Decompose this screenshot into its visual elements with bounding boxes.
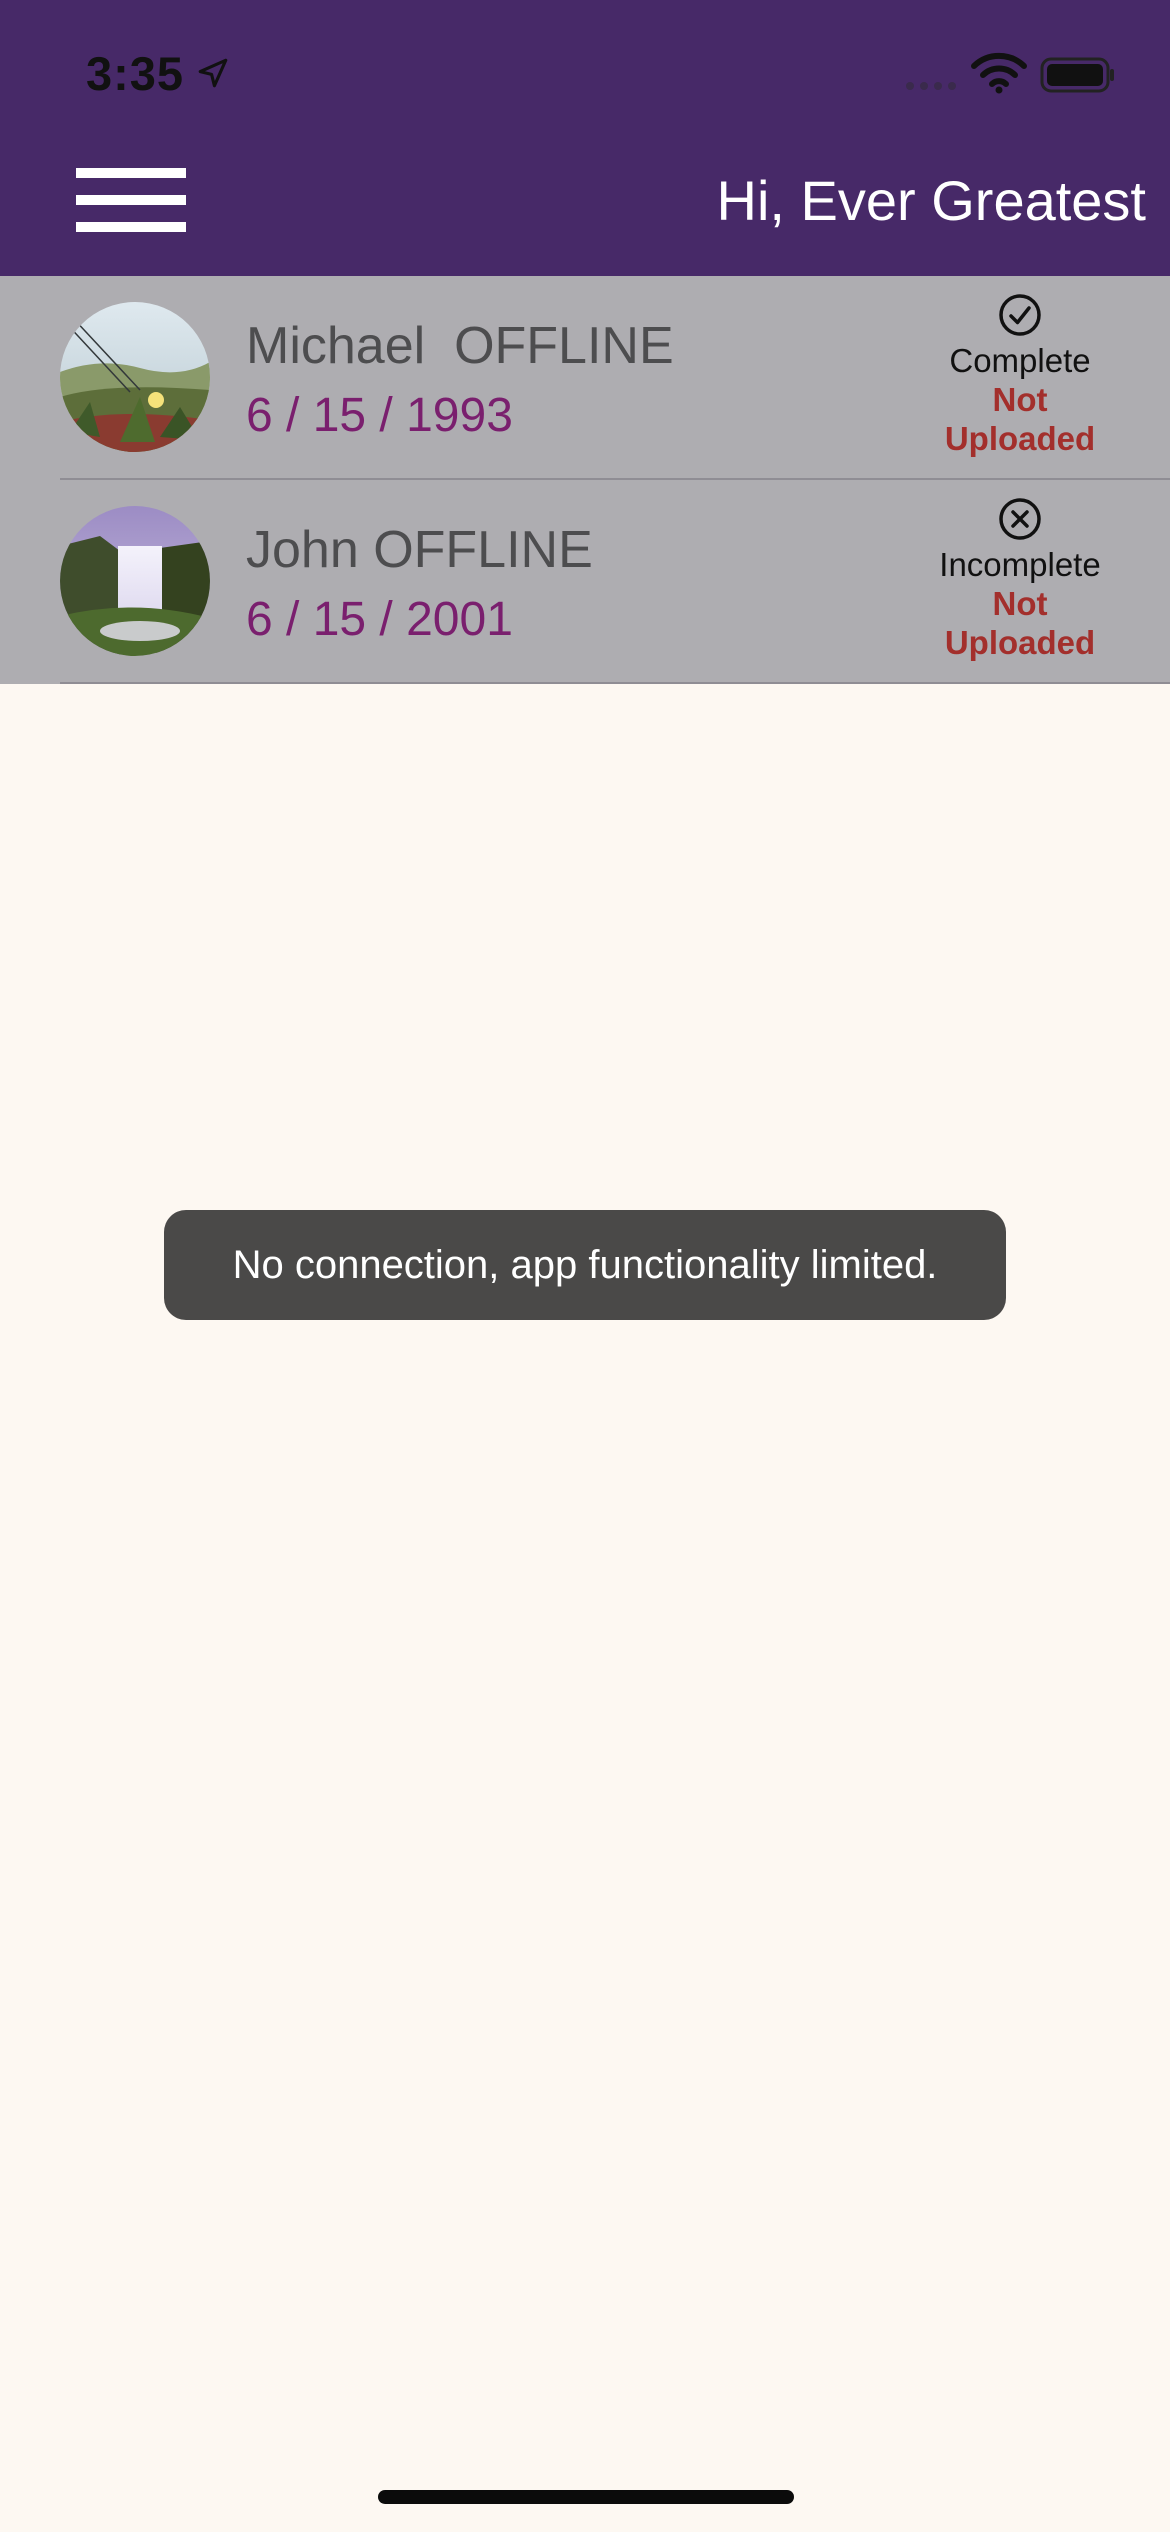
upload-status-line2: Uploaded <box>944 420 1096 457</box>
upload-status-line2: Uploaded <box>944 624 1096 661</box>
person-date: 6 / 15 / 2001 <box>246 593 513 646</box>
home-indicator[interactable] <box>378 2490 794 2504</box>
upload-status-line1: Not <box>992 381 1048 418</box>
row-divider <box>60 682 1170 684</box>
record-status: Complete Not Uploaded <box>900 292 1140 458</box>
upload-status-line1: Not <box>992 585 1048 622</box>
toast-message: No connection, app functionality limited… <box>232 1242 938 1287</box>
check-circle-icon <box>999 294 1041 336</box>
avatar <box>60 506 210 656</box>
list-item[interactable]: John OFFLINE 6 / 15 / 2001 Incomplete No… <box>0 480 1170 684</box>
x-circle-icon <box>999 498 1041 540</box>
location-arrow-icon <box>198 58 228 88</box>
hamburger-menu-icon[interactable] <box>76 164 186 236</box>
completion-status: Incomplete <box>939 546 1101 583</box>
avatar <box>60 302 210 452</box>
person-date: 6 / 15 / 1993 <box>246 389 513 442</box>
battery-icon <box>1040 57 1114 93</box>
person-list: Michael OFFLINE 6 / 15 / 1993 Complete N… <box>0 276 1170 684</box>
completion-status: Complete <box>949 342 1091 379</box>
no-connection-toast: No connection, app functionality limited… <box>164 1210 1006 1320</box>
greeting-text: Hi, Ever Greatest <box>716 169 1146 232</box>
record-status: Incomplete Not Uploaded <box>900 496 1140 662</box>
status-bar-time: 3:35 <box>86 47 185 100</box>
cellular-signal-icon <box>906 82 956 90</box>
list-item[interactable]: Michael OFFLINE 6 / 15 / 1993 Complete N… <box>0 276 1170 480</box>
app-header: 3:35 Hi, Ever Greatest <box>0 0 1170 276</box>
person-name: Michael OFFLINE <box>246 317 674 375</box>
wifi-icon <box>971 52 1027 94</box>
person-name: John OFFLINE <box>246 521 593 579</box>
